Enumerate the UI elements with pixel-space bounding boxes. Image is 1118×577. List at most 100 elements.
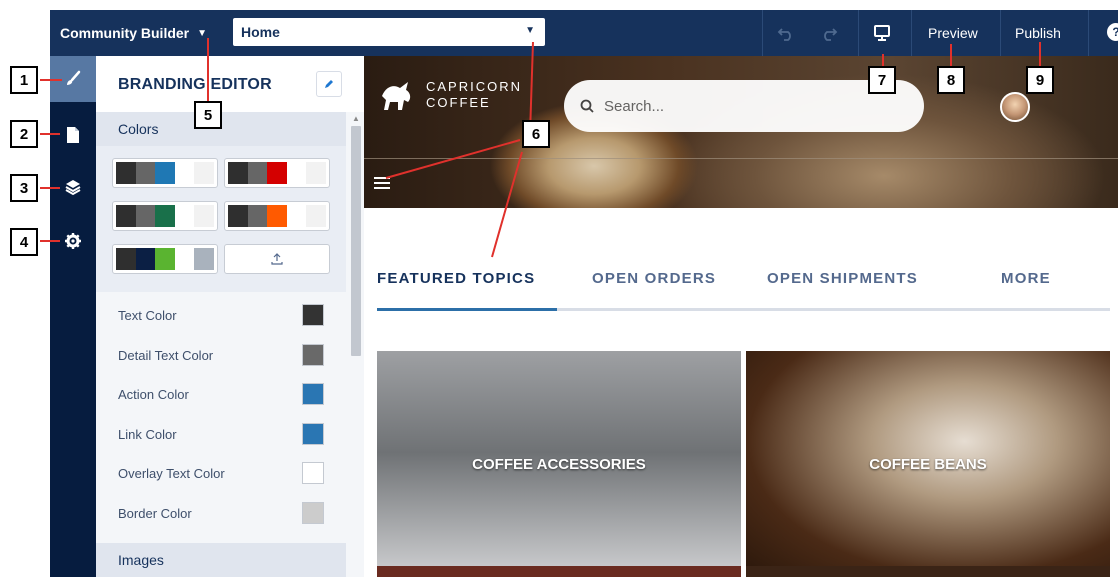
- scroll-thumb[interactable]: [351, 126, 361, 356]
- topic-tabs: FEATURED TOPICS OPEN ORDERS OPEN SHIPMEN…: [377, 270, 1110, 310]
- topic-tile-partial[interactable]: [377, 566, 741, 577]
- community-builder-screen: Community Builder ▼ Home ▼ Preview Publi…: [0, 0, 1118, 577]
- monitor-icon: [874, 25, 890, 41]
- color-swatch[interactable]: [302, 344, 324, 366]
- color-row-label: Border Color: [118, 505, 192, 521]
- palette-swatch: [247, 162, 268, 184]
- images-section-header[interactable]: Images: [96, 543, 346, 577]
- search-placeholder: Search...: [604, 97, 665, 115]
- palette-swatch: [306, 162, 326, 184]
- palette-swatch: [267, 205, 287, 227]
- tab-more[interactable]: MORE: [1001, 270, 1051, 287]
- palette-option[interactable]: [112, 201, 218, 231]
- callout-badge: 4: [10, 228, 38, 256]
- callout-badge: 8: [937, 66, 965, 94]
- redo-button[interactable]: [815, 10, 843, 56]
- palette-swatch: [228, 205, 248, 227]
- color-swatch[interactable]: [302, 502, 324, 524]
- left-rail: [50, 56, 96, 577]
- tab-open-shipments[interactable]: OPEN SHIPMENTS: [767, 270, 918, 287]
- rail-pages[interactable]: [50, 112, 96, 158]
- color-row-label: Overlay Text Color: [118, 465, 225, 481]
- preview-canvas: CAPRICORN COFFEE Search... FEATURED TOPI…: [364, 56, 1118, 577]
- color-swatch[interactable]: [302, 304, 324, 326]
- page-icon: [67, 127, 79, 143]
- callout-badge: 1: [10, 66, 38, 94]
- topic-tile-beans[interactable]: COFFEE BEANS: [746, 351, 1110, 577]
- preview-button[interactable]: Preview: [928, 10, 978, 56]
- paintbrush-icon: [67, 70, 81, 85]
- callout-badge: 3: [10, 174, 38, 202]
- palette-option[interactable]: [224, 201, 330, 231]
- color-row-overlay-text[interactable]: Overlay Text Color: [118, 462, 324, 484]
- topic-tile-accessories[interactable]: COFFEE ACCESSORIES: [377, 351, 741, 577]
- color-row-text[interactable]: Text Color: [118, 304, 324, 326]
- color-row-border[interactable]: Border Color: [118, 502, 324, 524]
- callout-badge: 2: [10, 120, 38, 148]
- page-selector[interactable]: Home ▼: [233, 18, 545, 46]
- color-row-action[interactable]: Action Color: [118, 383, 324, 405]
- color-row-link[interactable]: Link Color: [118, 423, 324, 445]
- color-row-label: Detail Text Color: [118, 347, 214, 363]
- page-selector-value: Home: [241, 24, 280, 40]
- undo-icon: [777, 28, 791, 41]
- toolbar-divider: [1088, 10, 1089, 56]
- palette-swatch: [194, 205, 214, 227]
- tab-featured-topics[interactable]: FEATURED TOPICS: [377, 270, 535, 287]
- device-view-button[interactable]: [868, 10, 896, 56]
- undo-button[interactable]: [772, 10, 800, 56]
- tile-label: COFFEE ACCESSORIES: [472, 455, 646, 473]
- tab-active-indicator: [377, 308, 557, 311]
- color-row-detail-text[interactable]: Detail Text Color: [118, 344, 324, 366]
- brand-logo[interactable]: CAPRICORN COFFEE: [378, 78, 522, 112]
- rail-settings[interactable]: [50, 218, 96, 264]
- goat-logo-icon: [382, 82, 411, 110]
- scroll-up-icon[interactable]: ▲: [352, 114, 360, 123]
- color-swatch[interactable]: [302, 383, 324, 405]
- top-toolbar: Community Builder ▼ Home ▼ Preview Publi…: [50, 10, 1118, 56]
- upload-image-button[interactable]: [224, 244, 330, 274]
- toolbar-divider: [1000, 10, 1001, 56]
- palette-swatch: [155, 162, 175, 184]
- palette-swatch: [116, 162, 136, 184]
- palette-option[interactable]: [224, 158, 330, 188]
- avatar[interactable]: [1000, 92, 1030, 122]
- publish-button[interactable]: Publish: [1015, 10, 1061, 56]
- color-swatch[interactable]: [302, 462, 324, 484]
- hamburger-menu-icon[interactable]: [374, 177, 390, 189]
- topic-tile-partial[interactable]: [746, 566, 1110, 577]
- palette-swatch: [135, 248, 156, 270]
- hero-divider: [364, 158, 1118, 159]
- rail-branding[interactable]: [50, 56, 96, 102]
- color-swatch[interactable]: [302, 423, 324, 445]
- callout-badge: 7: [868, 66, 896, 94]
- app-menu[interactable]: Community Builder ▼: [60, 10, 207, 56]
- brand-name-line2: COFFEE: [426, 95, 491, 110]
- palette-swatch: [194, 248, 214, 270]
- panel-header: BRANDING EDITOR: [96, 56, 364, 112]
- color-row-label: Link Color: [118, 426, 177, 442]
- palette-swatch: [155, 205, 175, 227]
- help-icon[interactable]: ?: [1107, 23, 1118, 41]
- rail-components[interactable]: [50, 164, 96, 210]
- toolbar-divider: [858, 10, 859, 56]
- palette-swatch: [155, 248, 175, 270]
- edit-theme-button[interactable]: [316, 71, 342, 97]
- palette-swatch: [174, 162, 195, 184]
- callout-badge: 5: [194, 101, 222, 129]
- palette-option[interactable]: [112, 158, 218, 188]
- color-row-label: Text Color: [118, 307, 177, 323]
- tab-open-orders[interactable]: OPEN ORDERS: [592, 270, 716, 287]
- chevron-down-icon: ▼: [525, 25, 535, 36]
- panel-scrollbar[interactable]: ▲: [347, 112, 364, 577]
- layers-icon: [65, 180, 81, 196]
- palette-swatch: [228, 162, 248, 184]
- toolbar-divider: [911, 10, 912, 56]
- palette-swatch: [174, 205, 195, 227]
- search-icon: [580, 99, 594, 113]
- palette-option[interactable]: [112, 244, 218, 274]
- redo-icon: [824, 28, 838, 41]
- branding-panel: BRANDING EDITOR Colors Text Color Detail…: [96, 56, 364, 577]
- palette-swatch: [194, 162, 214, 184]
- palette-swatch: [116, 205, 136, 227]
